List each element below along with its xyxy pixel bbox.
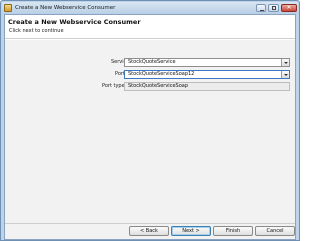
next-button[interactable]: Next > [171, 226, 211, 236]
service-dropdown[interactable]: StockQuoteService [124, 58, 290, 67]
app-icon [4, 4, 12, 12]
page-subtitle: Click next to continue [9, 28, 64, 34]
wizard-window: Create a New Webservice Consumer ✕ Creat… [0, 0, 300, 241]
port-type-value: StockQuoteServiceSoap [128, 83, 188, 89]
minimize-button[interactable] [256, 4, 266, 12]
maximize-button[interactable] [268, 4, 279, 12]
maximize-icon [272, 6, 276, 10]
wizard-header: Create a New Webservice Consumer Click n… [5, 15, 295, 39]
minimize-icon [260, 10, 264, 11]
title-bar[interactable]: Create a New Webservice Consumer ✕ [2, 2, 298, 14]
wizard-client-area: Create a New Webservice Consumer Click n… [4, 14, 296, 240]
close-button[interactable]: ✕ [281, 4, 297, 12]
chevron-down-icon [284, 62, 288, 64]
cancel-button[interactable]: Cancel [255, 226, 295, 236]
port-type-label: Port type [102, 83, 125, 89]
back-button[interactable]: < Back [129, 226, 169, 236]
port-dropdown-button[interactable] [281, 71, 289, 78]
wizard-footer: < Back Next > Finish Cancel [5, 224, 295, 239]
wizard-body: Service StockQuoteService Port StockQuot… [5, 40, 295, 223]
close-icon: ✕ [286, 4, 292, 11]
port-dropdown[interactable]: StockQuoteServiceSoap12 [124, 70, 290, 79]
chevron-down-icon [284, 74, 288, 76]
finish-button[interactable]: Finish [213, 226, 253, 236]
service-dropdown-button[interactable] [281, 59, 289, 66]
page-title: Create a New Webservice Consumer [8, 18, 141, 26]
port-type-field: StockQuoteServiceSoap [124, 82, 290, 91]
port-value: StockQuoteServiceSoap12 [128, 71, 195, 77]
service-value: StockQuoteService [128, 59, 176, 65]
window-title: Create a New Webservice Consumer [15, 5, 116, 11]
